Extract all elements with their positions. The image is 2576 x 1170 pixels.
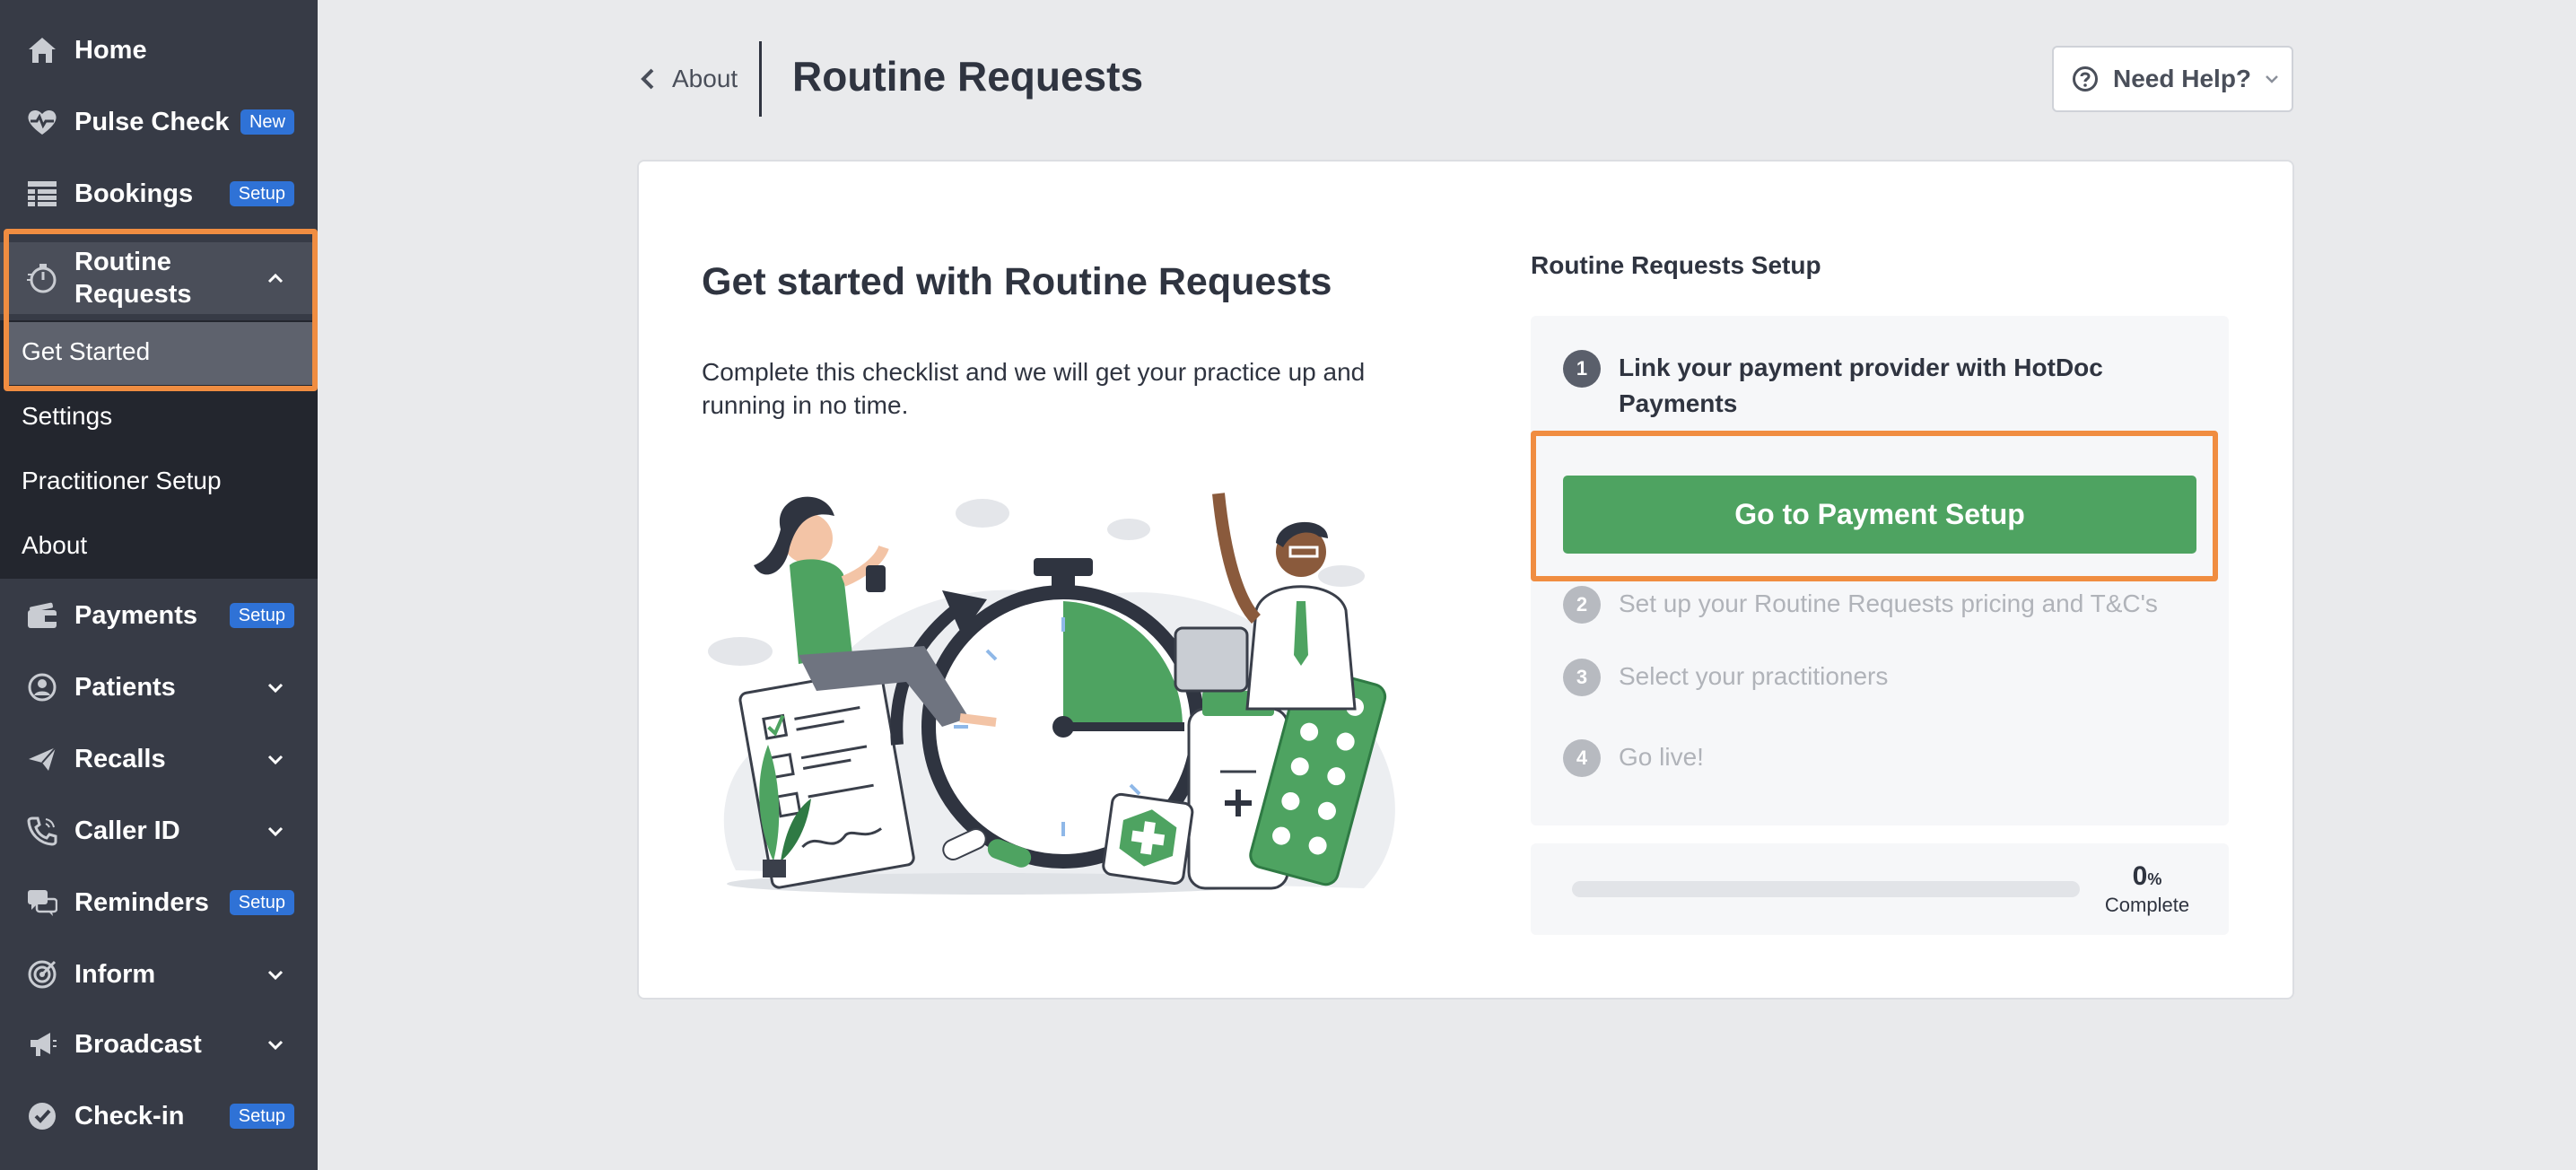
sidebar-item-label: Payments	[74, 600, 198, 630]
phone-icon	[25, 814, 59, 848]
heart-pulse-icon	[25, 105, 59, 139]
submenu-item-settings[interactable]: Settings	[22, 402, 112, 431]
sidebar-item-caller-id[interactable]: Caller ID	[0, 811, 318, 851]
go-to-payment-setup-button[interactable]: Go to Payment Setup	[1563, 476, 2196, 554]
sidebar: Home Pulse Check New Bookings Setup Rout…	[0, 0, 318, 1170]
header-divider	[759, 41, 762, 117]
step-number: 2	[1563, 586, 1601, 624]
calendar-grid-icon	[25, 177, 59, 211]
submenu-item-practitioner-setup[interactable]: Practitioner Setup	[22, 467, 222, 495]
chevron-left-icon	[641, 68, 654, 90]
step-label: Set up your Routine Requests pricing and…	[1619, 589, 2158, 617]
chevron-down-icon[interactable]	[266, 821, 285, 841]
sidebar-item-label: Patients	[74, 672, 176, 702]
need-help-button[interactable]: Need Help?	[2052, 46, 2293, 112]
question-icon	[2073, 66, 2098, 92]
need-help-label: Need Help?	[2113, 65, 2252, 92]
sidebar-item-label: Broadcast	[74, 1029, 202, 1059]
step-number: 1	[1563, 350, 1601, 388]
back-link-label: About	[672, 65, 738, 92]
sidebar-item-broadcast[interactable]: Broadcast	[0, 1025, 318, 1064]
sidebar-item-label: Home	[74, 35, 147, 65]
progress-unit: %	[2147, 870, 2162, 888]
check-badge-icon	[25, 1099, 59, 1133]
sidebar-item-inform[interactable]: Inform	[0, 955, 318, 994]
paper-plane-icon	[25, 742, 59, 776]
progress-label: Complete	[2104, 894, 2190, 916]
sidebar-item-label: Caller ID	[74, 816, 180, 845]
setup-step-1: 1 Link your payment provider with HotDoc…	[1563, 350, 2121, 422]
sidebar-item-label: Bookings	[74, 179, 194, 208]
getting-started-heading: Get started with Routine Requests	[702, 260, 1332, 303]
stopwatch-doctor-illustration	[708, 493, 1395, 895]
sidebar-item-reminders[interactable]: Reminders Setup	[0, 883, 318, 922]
chevron-down-icon[interactable]	[266, 965, 285, 984]
sidebar-item-label: Recalls	[74, 744, 166, 773]
setup-step-2: 2 Set up your Routine Requests pricing a…	[1563, 586, 2158, 624]
chevron-down-icon[interactable]	[266, 749, 285, 769]
sidebar-item-patients[interactable]: Patients	[0, 668, 318, 707]
sidebar-item-label: Inform	[74, 959, 156, 989]
setup-badge: Setup	[229, 603, 294, 628]
back-link[interactable]: About	[638, 61, 738, 97]
sidebar-item-home[interactable]: Home	[0, 31, 318, 70]
progress-value: 0	[2132, 861, 2148, 891]
target-icon	[25, 957, 59, 991]
home-icon	[25, 33, 59, 67]
page-title: Routine Requests	[792, 53, 1144, 100]
setup-title: Routine Requests Setup	[1531, 251, 1821, 279]
submenu-item-about[interactable]: About	[22, 531, 87, 560]
sidebar-item-label: Check-in	[74, 1101, 185, 1131]
megaphone-icon	[25, 1027, 59, 1061]
step-label: Go live!	[1619, 743, 1704, 771]
sidebar-item-recalls[interactable]: Recalls	[0, 739, 318, 779]
sidebar-item-check-in[interactable]: Check-in Setup	[0, 1096, 318, 1136]
step-number: 4	[1563, 739, 1601, 777]
step-label: Select your practitioners	[1619, 662, 1889, 690]
person-circle-icon	[25, 670, 59, 704]
sidebar-item-bookings[interactable]: Bookings Setup	[0, 174, 318, 214]
sidebar-item-payments[interactable]: Payments Setup	[0, 596, 318, 635]
sidebar-item-label: Pulse Check	[74, 107, 230, 136]
getting-started-intro: Complete this checklist and we will get …	[702, 358, 1366, 419]
chevron-down-icon	[2266, 75, 2278, 83]
progress-readout: 0% Complete	[2100, 861, 2195, 917]
setup-badge: Setup	[229, 890, 294, 915]
setup-step-3: 3 Select your practitioners	[1563, 659, 1888, 696]
new-badge: New	[240, 109, 294, 135]
setup-badge: Setup	[229, 1104, 294, 1129]
chevron-down-icon[interactable]	[266, 1035, 285, 1054]
wallet-icon	[25, 598, 59, 633]
highlight-outline	[4, 229, 318, 391]
sidebar-item-pulse-check[interactable]: Pulse Check New	[0, 102, 318, 142]
step-label: Link your payment provider with HotDoc P…	[1619, 354, 2103, 417]
progress-track	[1572, 881, 2080, 897]
setup-badge: Setup	[229, 181, 294, 206]
chevron-down-icon[interactable]	[266, 677, 285, 697]
setup-step-4: 4 Go live!	[1563, 739, 1704, 777]
sidebar-item-label: Reminders	[74, 887, 209, 917]
step-number: 3	[1563, 659, 1601, 696]
chat-bubbles-icon	[25, 886, 59, 920]
